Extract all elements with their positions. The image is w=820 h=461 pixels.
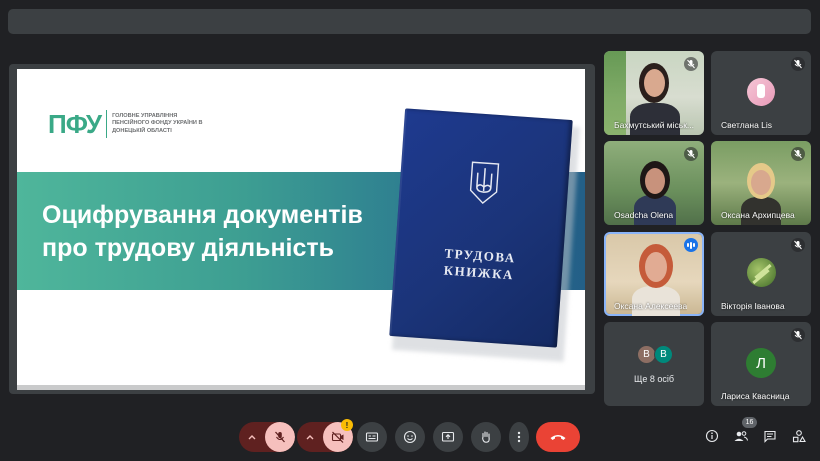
logo-mark: ПФУ [48, 109, 102, 139]
end-call-icon [550, 435, 566, 440]
mic-off-icon [791, 147, 805, 161]
mic-off-icon [275, 431, 285, 443]
participant-name: Вікторія Іванова [721, 301, 785, 311]
captions-button[interactable] [357, 422, 387, 452]
participant-name: Светлана Lis [721, 120, 773, 130]
meeting-details-button[interactable] [703, 427, 721, 445]
present-icon [441, 431, 455, 442]
participant-name: Оксана Алексеева [614, 301, 688, 311]
more-avatars: В В [637, 345, 673, 364]
activities-button[interactable] [790, 427, 808, 445]
slide-bottom-bar [17, 385, 585, 390]
mic-options-button[interactable] [239, 422, 265, 452]
info-icon [705, 429, 719, 443]
mic-control [239, 422, 295, 452]
more-participants-tile[interactable]: В В Ще 8 осіб [604, 322, 704, 406]
more-options-icon [517, 431, 521, 443]
participant-avatar: Л [746, 348, 776, 378]
camera-warning-badge: ! [341, 419, 353, 431]
presentation-stage: ПФУ ГОЛОВНЕ УПРАВЛІННЯ ПЕНСІЙНОГО ФОНДУ … [9, 64, 595, 394]
chevron-up-icon [306, 435, 314, 440]
captions-icon [365, 432, 379, 442]
end-call-button[interactable] [536, 422, 580, 452]
participant-tile[interactable]: Osadcha Olena [604, 141, 704, 225]
mic-off-icon [684, 57, 698, 71]
participant-tile[interactable]: Вікторія Іванова [711, 232, 811, 316]
logo-divider [106, 110, 108, 138]
raise-hand-button[interactable] [471, 422, 501, 452]
participant-tile[interactable]: Оксана Архипцева [711, 141, 811, 225]
book-title: ТРУДОВА КНИЖКА [413, 242, 545, 285]
mic-off-icon [791, 328, 805, 342]
chevron-up-icon [248, 435, 256, 440]
work-book-image: ТРУДОВА КНИЖКА [389, 108, 573, 348]
chat-button[interactable] [761, 427, 779, 445]
trident-emblem-icon [469, 161, 500, 205]
participants-count-badge: 16 [742, 417, 757, 428]
mic-off-icon [791, 57, 805, 71]
participant-tile[interactable]: Светлана Lis [711, 51, 811, 135]
participant-avatar [747, 258, 776, 287]
emoji-icon [403, 430, 417, 444]
more-options-button[interactable] [509, 422, 529, 452]
participant-tile[interactable]: Бахмутський міськ... [604, 51, 704, 135]
top-bar [8, 9, 811, 34]
present-button[interactable] [433, 422, 463, 452]
participant-name: Оксана Архипцева [721, 210, 795, 220]
camera-options-button[interactable] [297, 422, 323, 452]
mic-off-icon [791, 238, 805, 252]
reactions-button[interactable] [395, 422, 425, 452]
speaking-indicator-icon [684, 238, 698, 252]
participant-tile[interactable]: Л Лариса Квасница [711, 322, 811, 406]
camera-off-icon [331, 431, 344, 443]
slide: ПФУ ГОЛОВНЕ УПРАВЛІННЯ ПЕНСІЙНОГО ФОНДУ … [17, 69, 585, 387]
logo-text: ГОЛОВНЕ УПРАВЛІННЯ ПЕНСІЙНОГО ФОНДУ УКРА… [112, 112, 203, 134]
raise-hand-icon [482, 431, 490, 443]
mic-off-icon [684, 147, 698, 161]
mic-toggle-button[interactable] [265, 422, 295, 452]
slide-title-line1: Оцифрування документів [42, 201, 363, 229]
people-button[interactable] [732, 427, 750, 445]
slide-title: Оцифрування документів про трудову діяль… [42, 199, 402, 265]
chat-icon [764, 430, 776, 443]
more-participants-label: Ще 8 осіб [633, 374, 675, 384]
mini-avatar: В [654, 345, 673, 364]
participant-name: Osadcha Olena [614, 210, 674, 220]
slide-title-line2: про трудову діяльність [42, 234, 335, 262]
participant-name: Бахмутський міськ... [614, 120, 695, 130]
people-icon [734, 431, 748, 441]
participant-name: Лариса Квасница [721, 391, 790, 401]
participant-tile-active[interactable]: Оксана Алексеева [604, 232, 704, 316]
pfu-logo: ПФУ ГОЛОВНЕ УПРАВЛІННЯ ПЕНСІЙНОГО ФОНДУ … [48, 110, 208, 138]
activities-icon [792, 430, 806, 443]
participant-avatar [747, 78, 775, 106]
